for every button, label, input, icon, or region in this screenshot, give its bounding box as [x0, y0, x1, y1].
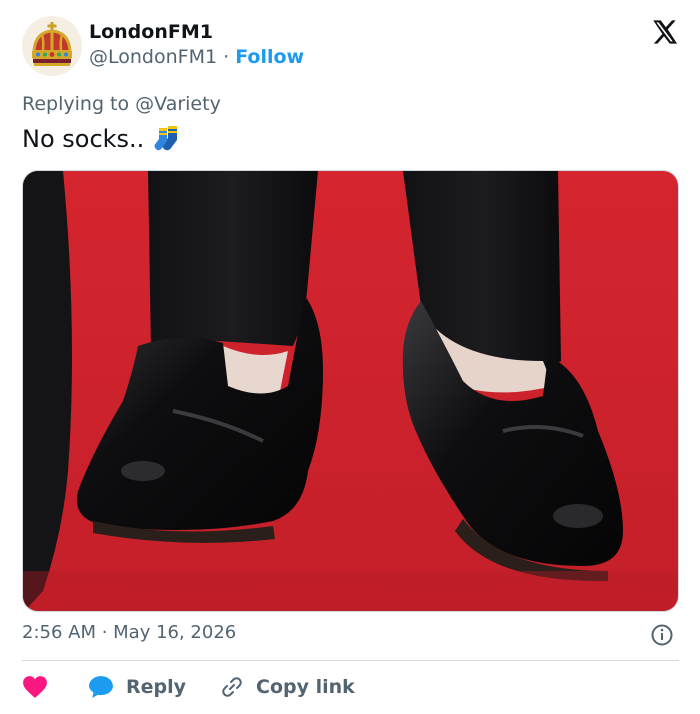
reply-bubble-icon [89, 676, 113, 698]
avatar[interactable] [22, 16, 82, 76]
tweet-photo[interactable] [22, 170, 679, 612]
divider [22, 660, 679, 661]
user-handle[interactable]: @LondonFM1 [89, 46, 217, 68]
action-bar: Reply Copy link [22, 672, 355, 702]
replying-to-handle[interactable]: @Variety [135, 93, 221, 115]
follow-button[interactable]: Follow [235, 46, 304, 68]
socks-emoji-icon [154, 126, 178, 151]
separator: · [223, 46, 230, 68]
copy-link-label: Copy link [256, 676, 355, 698]
reply-label: Reply [126, 676, 187, 698]
timestamp[interactable]: 2:56 AM · May 16, 2026 [22, 622, 236, 643]
replying-to: Replying to @Variety [22, 93, 221, 115]
like-button[interactable] [22, 675, 48, 699]
info-icon[interactable] [650, 623, 674, 647]
heart-icon [23, 676, 47, 698]
tweet-body: No socks.. [22, 125, 145, 153]
user-info: LondonFM1 @LondonFM1 · Follow [89, 20, 304, 70]
photo-loafers-image [23, 171, 678, 611]
link-icon [222, 677, 242, 697]
tweet-header: LondonFM1 @LondonFM1 · Follow [22, 16, 682, 76]
x-logo-icon[interactable] [650, 18, 678, 46]
tweet-text: No socks.. [22, 124, 182, 154]
replying-to-label: Replying to [22, 93, 130, 115]
handle-row: @LondonFM1 · Follow [89, 44, 304, 70]
display-name[interactable]: LondonFM1 [89, 20, 304, 44]
reply-button[interactable]: Reply [88, 675, 186, 699]
copy-link-button[interactable]: Copy link [220, 675, 355, 699]
crown-icon [22, 16, 82, 76]
